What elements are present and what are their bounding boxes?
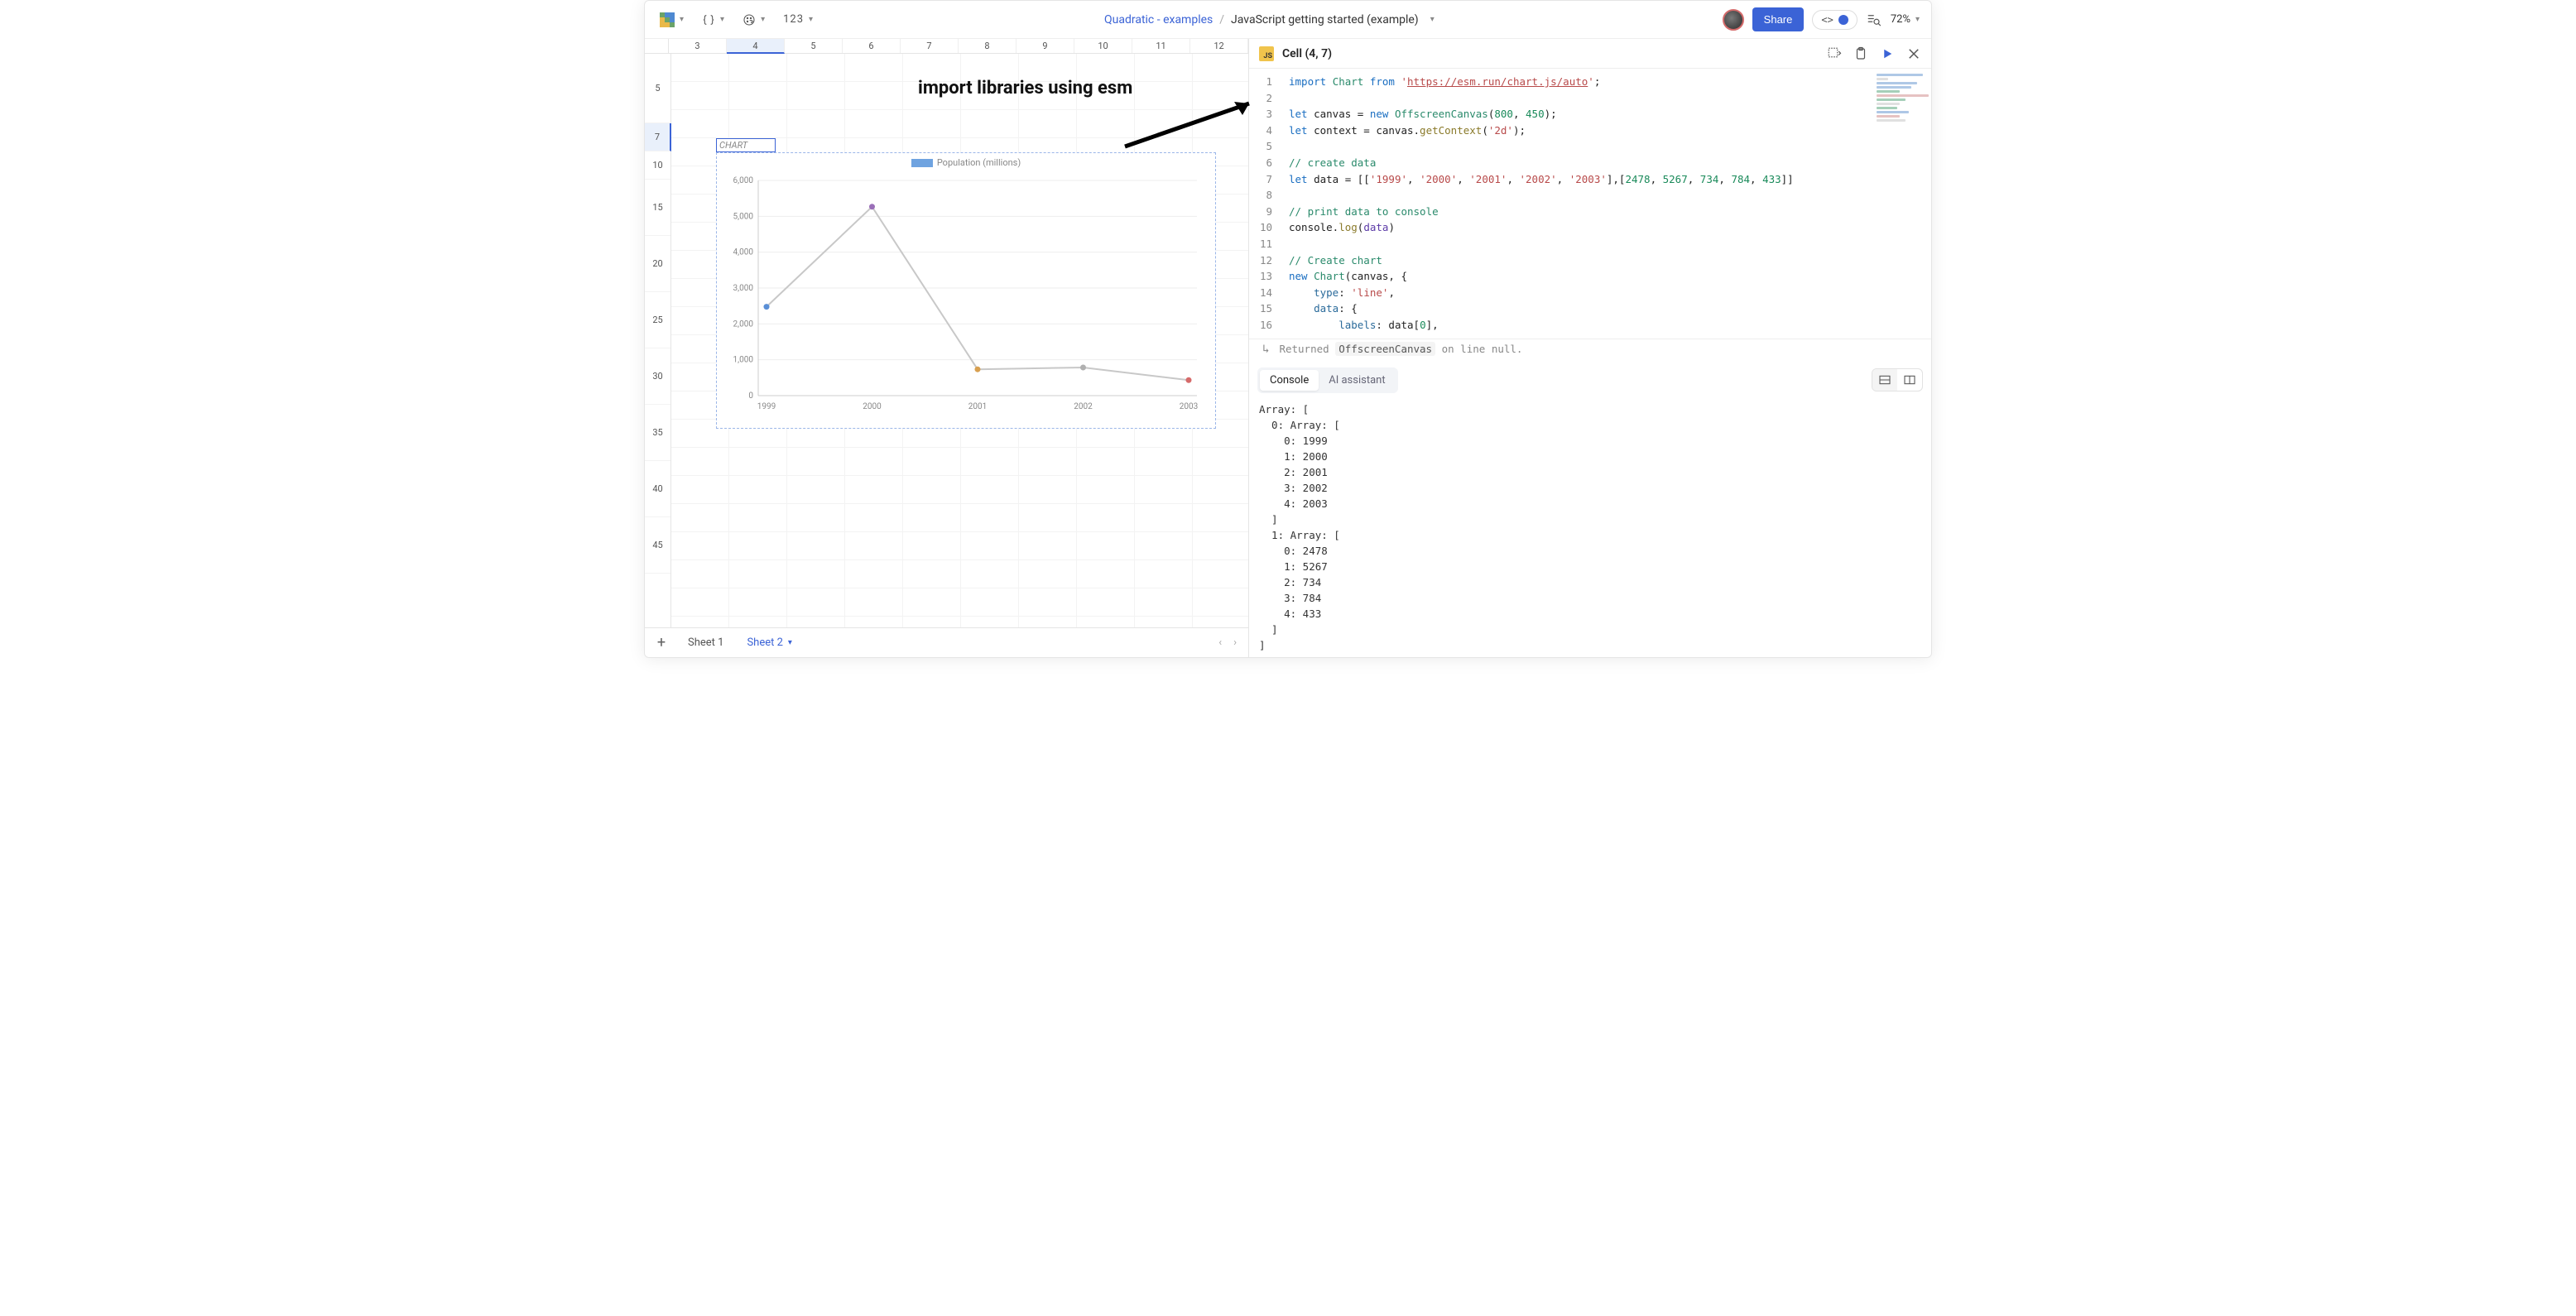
row-header-10[interactable]: 10 — [645, 151, 670, 180]
console-output[interactable]: Array: [ 0: Array: [ 0: 1999 1: 2000 2: … — [1249, 398, 1931, 658]
svg-text:2003: 2003 — [1180, 402, 1198, 411]
col-header-10[interactable]: 10 — [1074, 39, 1132, 53]
code-panel: JS Cell (4, 7) 12345678910111213141516 i… — [1249, 39, 1931, 657]
svg-text:2002: 2002 — [1074, 402, 1093, 411]
col-header-9[interactable]: 9 — [1016, 39, 1074, 53]
svg-text:3,000: 3,000 — [733, 284, 754, 293]
tab-console[interactable]: Console — [1260, 370, 1319, 391]
svg-text:2,000: 2,000 — [733, 319, 754, 329]
sheet-tab-2[interactable]: Sheet 2▾ — [738, 632, 800, 654]
return-arrow-icon: ↳ — [1262, 343, 1269, 356]
chart-legend: Population (millions) — [717, 153, 1215, 172]
clipboard-icon[interactable] — [1853, 46, 1868, 61]
col-header-5[interactable]: 5 — [785, 39, 843, 53]
layout-horizontal[interactable] — [1872, 369, 1897, 391]
next-sheet-button[interactable]: › — [1233, 636, 1237, 649]
breadcrumb-separator: / — [1219, 13, 1224, 26]
line-gutter: 12345678910111213141516 — [1249, 69, 1279, 339]
col-header-6[interactable]: 6 — [843, 39, 901, 53]
sheet-tab-1[interactable]: Sheet 1 — [680, 632, 732, 654]
zoom-value: 72% — [1891, 13, 1910, 26]
spreadsheet-panel: import libraries using esm 3456789101112… — [645, 39, 1249, 657]
close-button[interactable] — [1906, 46, 1921, 61]
row-header-20[interactable]: 20 — [645, 236, 670, 292]
selection-dropdown-icon[interactable] — [1827, 46, 1842, 61]
run-button[interactable] — [1880, 46, 1895, 61]
legend-swatch-icon — [911, 159, 933, 167]
row-headers: 571015202530354045 — [645, 54, 671, 627]
code-dropdown[interactable]: ▾ — [699, 10, 728, 30]
search-button[interactable] — [1866, 12, 1882, 28]
col-header-4[interactable]: 4 — [727, 39, 785, 54]
cell-reference: Cell (4, 7) — [1282, 47, 1819, 60]
file-menu-caret[interactable]: ▾ — [1430, 15, 1435, 24]
svg-text:1,000: 1,000 — [733, 356, 754, 365]
format-label: 123 — [783, 13, 804, 26]
svg-text:2000: 2000 — [863, 402, 882, 411]
user-avatar[interactable] — [1723, 9, 1744, 31]
svg-text:6,000: 6,000 — [733, 176, 754, 185]
topbar: ▾ ▾ ▾ 123 ▾ Quadratic - examples / JavaS… — [645, 1, 1931, 39]
col-header-3[interactable]: 3 — [669, 39, 727, 53]
kernel-status[interactable]: <> — [1812, 10, 1857, 30]
column-headers: 3456789101112 — [645, 39, 1248, 54]
row-header-30[interactable]: 30 — [645, 348, 670, 405]
code-content[interactable]: import Chart from 'https://esm.run/chart… — [1279, 69, 1931, 339]
chart-plot: 0 1,000 2,000 3,000 4,000 5,000 6,000 1999 2000 2… — [717, 172, 1214, 420]
app-menu[interactable]: ▾ — [656, 9, 687, 31]
cells-grid[interactable]: CHART Population (millions) 0 1,000 2,000 3… — [671, 54, 1248, 627]
braces-icon — [702, 13, 715, 26]
svg-text:4,000: 4,000 — [733, 248, 754, 257]
prev-sheet-button[interactable]: ‹ — [1218, 636, 1222, 649]
row-header-5[interactable]: 5 — [645, 54, 670, 123]
number-format-dropdown[interactable]: 123 ▾ — [780, 10, 816, 29]
row-header-25[interactable]: 25 — [645, 292, 670, 348]
minimap[interactable] — [1873, 72, 1931, 138]
add-sheet-button[interactable]: + — [650, 634, 673, 651]
embedded-chart[interactable]: Population (millions) 0 1,000 2,000 3,000 4,… — [716, 152, 1216, 429]
sheet-tabs: + Sheet 1 Sheet 2▾ ‹ › — [645, 627, 1248, 657]
svg-text:0: 0 — [748, 391, 753, 401]
svg-text:1999: 1999 — [757, 402, 776, 411]
col-header-7[interactable]: 7 — [901, 39, 959, 53]
logo-icon — [660, 12, 675, 27]
svg-text:2001: 2001 — [968, 402, 987, 411]
breadcrumb-current[interactable]: JavaScript getting started (example) — [1231, 13, 1419, 26]
layout-vertical[interactable] — [1897, 369, 1922, 391]
row-header-40[interactable]: 40 — [645, 461, 670, 517]
svg-text:5,000: 5,000 — [733, 212, 754, 221]
search-list-icon — [1867, 12, 1882, 27]
palette-dropdown[interactable]: ▾ — [739, 10, 768, 30]
row-header-35[interactable]: 35 — [645, 405, 670, 461]
row-header-15[interactable]: 15 — [645, 180, 670, 236]
breadcrumb-root[interactable]: Quadratic - examples — [1104, 13, 1213, 26]
share-button[interactable]: Share — [1752, 7, 1805, 31]
col-header-11[interactable]: 11 — [1132, 39, 1190, 53]
zoom-dropdown[interactable]: 72% ▾ — [1891, 13, 1920, 26]
language-badge-icon: JS — [1259, 46, 1274, 61]
active-cell[interactable]: CHART — [716, 138, 776, 152]
return-status: ↳ Returned OffscreenCanvas on line null. — [1249, 339, 1931, 363]
row-header-7[interactable]: 7 — [645, 123, 671, 151]
col-header-8[interactable]: 8 — [959, 39, 1016, 53]
row-header-45[interactable]: 45 — [645, 517, 670, 574]
status-dot-icon — [1838, 15, 1848, 25]
layout-toggles — [1872, 368, 1923, 391]
code-angles-icon: <> — [1821, 14, 1833, 26]
col-header-12[interactable]: 12 — [1190, 39, 1248, 53]
palette-icon — [743, 13, 756, 26]
tab-ai-assistant[interactable]: AI assistant — [1319, 370, 1395, 391]
code-editor[interactable]: 12345678910111213141516 import Chart fro… — [1249, 69, 1931, 339]
breadcrumb: Quadratic - examples / JavaScript gettin… — [1104, 13, 1435, 26]
panel-tabgroup: Console AI assistant — [1257, 367, 1398, 393]
